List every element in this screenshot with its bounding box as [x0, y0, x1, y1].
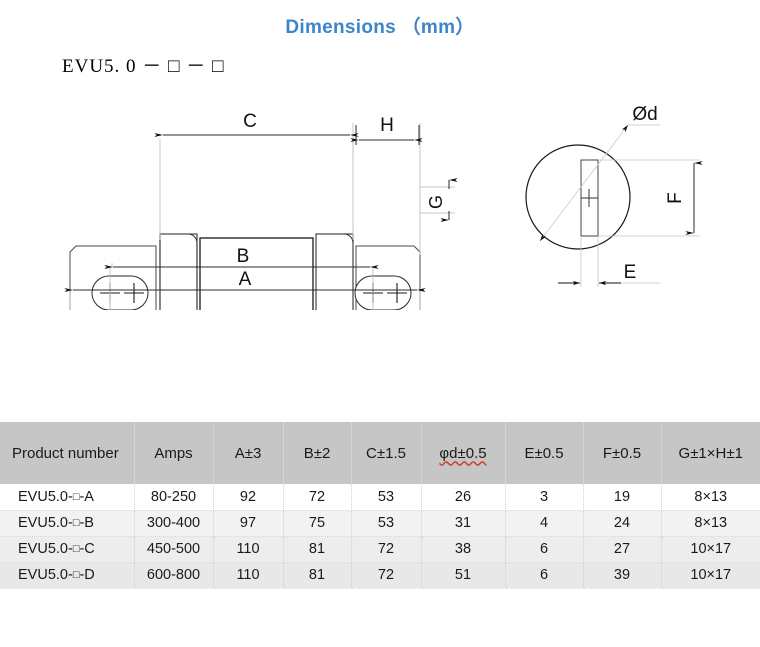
- right-flange: [315, 233, 354, 310]
- cell-amps: 80-250: [134, 484, 214, 511]
- page-title: Dimensions （mm）: [285, 17, 475, 38]
- th-a: A±3: [212, 422, 284, 484]
- th-gh: G±1×H±1: [660, 422, 760, 484]
- product-suffix: -A: [79, 488, 94, 505]
- cell-b: 72: [283, 484, 352, 511]
- specifications-table: Product number Amps A±3 B±2 C±1.5 φd±0.5…: [0, 415, 760, 589]
- product-suffix: -B: [79, 515, 94, 531]
- cell-e: 3: [505, 484, 584, 511]
- cell-amps: 300-400: [134, 510, 214, 537]
- table-header-row: Product number Amps A±3 B±2 C±1.5 φd±0.5…: [0, 422, 760, 484]
- th-e: E±0.5: [504, 422, 584, 484]
- cell-gh: 8×13: [661, 484, 760, 511]
- cell-d: 26: [421, 484, 506, 511]
- dimension-d-leader: [539, 124, 660, 242]
- product-prefix: EVU5.0-: [18, 541, 73, 557]
- cell-d: 38: [421, 536, 506, 563]
- th-c: C±1.5: [350, 422, 422, 484]
- fuse-body: [199, 237, 314, 310]
- cell-b: 75: [283, 510, 352, 537]
- cell-product-number: EVU5.0-□-D: [0, 562, 135, 589]
- dimensions-page: Dimensions （mm） EVU5. 0 － □ － □ C H G B …: [0, 0, 760, 647]
- th-f: F±0.5: [582, 422, 662, 484]
- part-code-label: EVU5. 0 － □ － □: [62, 56, 225, 77]
- cell-amps: 450-500: [134, 536, 214, 563]
- cell-gh: 10×17: [661, 536, 760, 563]
- cell-a: 97: [213, 510, 284, 537]
- cell-f: 19: [583, 484, 662, 511]
- product-prefix: EVU5.0-: [18, 515, 73, 531]
- cell-product-number: EVU5.0-□-B: [0, 510, 135, 537]
- dimension-drawing: C H G B A Ød F E: [64, 104, 703, 310]
- dimension-h-label: H: [380, 115, 394, 136]
- left-flange: [159, 233, 198, 310]
- cell-e: 4: [505, 510, 584, 537]
- table-header-topstrip-cell: [0, 415, 760, 422]
- cell-gh: 10×17: [661, 562, 760, 589]
- cell-product-number: EVU5.0-□-A: [0, 484, 135, 511]
- table-row: EVU5.0-□-A 80-250 92 72 53 26 3 19 8×13: [0, 484, 760, 511]
- table-body: EVU5.0-□-A 80-250 92 72 53 26 3 19 8×13 …: [0, 484, 760, 589]
- product-suffix: -C: [79, 541, 95, 557]
- cell-c: 72: [351, 536, 422, 563]
- table-row: EVU5.0-□-C 450-500 110 81 72 38 6 27 10×…: [0, 536, 760, 563]
- table-header-topstrip: [0, 415, 760, 422]
- dimension-c: [154, 132, 359, 235]
- th-product-number: Product number: [0, 422, 135, 484]
- cell-a: 92: [213, 484, 284, 511]
- dimension-d-label: Ød: [632, 104, 657, 125]
- th-amps: Amps: [133, 422, 214, 484]
- cell-amps: 600-800: [134, 562, 214, 589]
- cell-f: 27: [583, 536, 662, 563]
- table-header: Product number Amps A±3 B±2 C±1.5 φd±0.5…: [0, 415, 760, 484]
- th-phid: φd±0.5: [420, 422, 506, 484]
- product-prefix: EVU5.0-: [18, 567, 73, 583]
- product-prefix: EVU5.0-: [18, 488, 73, 505]
- th-phid-text: φd±0.5: [439, 444, 487, 462]
- product-suffix: -D: [79, 567, 95, 583]
- cell-product-number: EVU5.0-□-C: [0, 536, 135, 563]
- end-view-circle: [525, 144, 631, 250]
- dimension-a-label: A: [239, 269, 252, 290]
- cell-a: 110: [213, 562, 284, 589]
- cell-a: 110: [213, 536, 284, 563]
- cell-d: 51: [421, 562, 506, 589]
- cell-f: 24: [583, 510, 662, 537]
- table-row: EVU5.0-□-B 300-400 97 75 53 31 4 24 8×13: [0, 510, 760, 537]
- specifications-table-wrap: Product number Amps A±3 B±2 C±1.5 φd±0.5…: [0, 415, 760, 589]
- dimension-f-label: F: [665, 192, 686, 204]
- dimension-b-label: B: [237, 246, 250, 267]
- cell-c: 53: [351, 484, 422, 511]
- cell-e: 6: [505, 536, 584, 563]
- cell-b: 81: [283, 562, 352, 589]
- dimension-g-label: G: [426, 195, 446, 209]
- cell-gh: 8×13: [661, 510, 760, 537]
- table-row: EVU5.0-□-D 600-800 110 81 72 51 6 39 10×…: [0, 562, 760, 589]
- cell-d: 31: [421, 510, 506, 537]
- dimension-e-label: E: [624, 262, 637, 283]
- cell-f: 39: [583, 562, 662, 589]
- cell-e: 6: [505, 562, 584, 589]
- dimension-e-witness: [580, 236, 599, 287]
- cell-c: 53: [351, 510, 422, 537]
- end-view-centermark: [581, 189, 598, 207]
- dimension-c-label: C: [243, 111, 257, 132]
- cell-b: 81: [283, 536, 352, 563]
- cell-c: 72: [351, 562, 422, 589]
- th-b: B±2: [282, 422, 352, 484]
